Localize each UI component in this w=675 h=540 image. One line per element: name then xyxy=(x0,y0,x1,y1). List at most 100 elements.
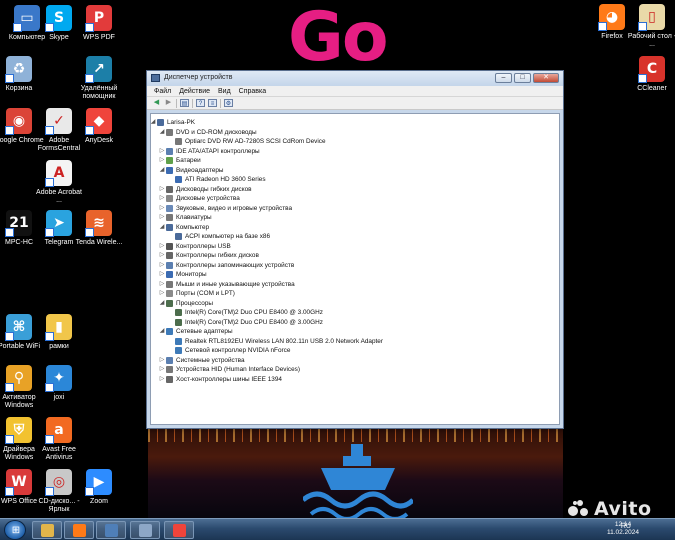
tree-node[interactable]: ▷ Дисковые устройства xyxy=(151,194,559,204)
expand-arrow-icon[interactable]: ▷ xyxy=(159,243,165,250)
maximize-button[interactable]: □ xyxy=(514,73,531,83)
ship-logo-icon xyxy=(303,444,413,518)
tree-node-label: Звуковые, видео и игровые устройства xyxy=(176,204,292,212)
menu-action[interactable]: Действие xyxy=(179,86,210,96)
tree-node[interactable]: ▷ Батареи xyxy=(151,156,559,166)
desktop-icon-label: Рабочий стол - ... xyxy=(627,33,675,48)
expand-arrow-icon[interactable]: ▷ xyxy=(159,186,165,193)
menu-help[interactable]: Справка xyxy=(239,86,266,96)
properties-icon[interactable]: ≡ xyxy=(208,99,217,107)
expand-arrow-icon[interactable]: ▷ xyxy=(159,376,165,383)
close-button[interactable]: ✕ xyxy=(533,73,559,83)
menu-file[interactable]: Файл xyxy=(154,86,171,96)
tree-node-label: Дисководы гибких дисков xyxy=(176,185,252,193)
network-adapter-icon xyxy=(175,347,182,354)
tree-node[interactable]: ATI Radeon HD 3600 Series xyxy=(151,175,559,185)
tree-node[interactable]: ◢ Компьютер xyxy=(151,223,559,233)
tree-node[interactable]: ▷ Контроллеры USB xyxy=(151,242,559,252)
tree-node[interactable]: ▷ Мониторы xyxy=(151,270,559,280)
collapse-arrow-icon[interactable]: ◢ xyxy=(159,224,165,231)
expand-arrow-icon[interactable]: ▷ xyxy=(159,195,165,202)
desktop-icon-avast[interactable]: a Avast Free Antivirus xyxy=(34,417,84,462)
tree-node[interactable]: ▷ Мыши и иные указывающие устройства xyxy=(151,280,559,290)
desktop-icon-remote-assistant[interactable]: ↗ Удалённый помощник xyxy=(74,56,124,101)
tree-node[interactable]: ◢ Видеоадаптеры xyxy=(151,166,559,176)
desktop-icon-label: Tenda Wirele... xyxy=(75,239,123,246)
desktop-icon-zoom[interactable]: ▶ Zoom xyxy=(74,469,124,506)
remote-assistant-icon: ↗ xyxy=(85,56,112,83)
clock-date: 11.02.2024 xyxy=(606,529,640,536)
tree-node[interactable]: Optiarc DVD RW AD-7280S SCSI CdRom Devic… xyxy=(151,137,559,147)
expand-arrow-icon[interactable]: ▷ xyxy=(159,252,165,259)
minimize-button[interactable]: – xyxy=(495,73,512,83)
device-tree[interactable]: ◢ Larisa-PK ◢ DVD и CD-ROM дисководы Optiarc… xyxy=(150,113,560,425)
collapse-arrow-icon[interactable]: ◢ xyxy=(151,119,156,126)
tree-node[interactable]: ▷ Дисководы гибких дисков xyxy=(151,185,559,195)
tree-node[interactable]: ◢ Процессоры xyxy=(151,299,559,309)
tree-node[interactable]: ◢ Larisa-PK xyxy=(151,118,559,128)
expand-arrow-icon[interactable]: ▷ xyxy=(159,271,165,278)
taskbar-button-anydesk[interactable] xyxy=(164,521,194,539)
collapse-arrow-icon[interactable]: ◢ xyxy=(159,328,165,335)
collapse-arrow-icon[interactable]: ◢ xyxy=(159,129,165,136)
firefox-icon xyxy=(73,524,86,537)
expand-arrow-icon[interactable]: ▷ xyxy=(159,281,165,288)
tree-node[interactable]: ▷ Контроллеры гибких дисков xyxy=(151,251,559,261)
taskbar-button-device-manager[interactable] xyxy=(96,521,126,539)
view-icon[interactable]: ▤ xyxy=(180,99,189,107)
desktop-icon-joxi[interactable]: ✦ joxi xyxy=(34,365,84,402)
collapse-arrow-icon[interactable]: ◢ xyxy=(159,167,165,174)
sound-icon xyxy=(166,204,173,212)
tree-node[interactable]: ACPI компьютер на базе x86 xyxy=(151,232,559,242)
expand-arrow-icon[interactable]: ▷ xyxy=(159,148,165,155)
tree-node-label: Intel(R) Core(TM)2 Duo CPU E8400 @ 3.00G… xyxy=(185,318,323,326)
desktop-icon-acrobat[interactable]: A Adobe Acrobat ... xyxy=(34,160,84,205)
desktop-icon-ccleaner[interactable]: C CCleaner xyxy=(627,56,675,93)
window-titlebar[interactable]: Диспетчер устройств – □ ✕ xyxy=(147,71,563,86)
desktop-icon-tenda-wireless[interactable]: ≋ Tenda Wirele... xyxy=(74,210,124,247)
tree-node[interactable]: ▷ Звуковые, видео и игровые устройства xyxy=(151,204,559,214)
tree-node[interactable]: ▷ Контроллеры запоминающих устройств xyxy=(151,261,559,271)
taskbar-button-calculator[interactable] xyxy=(130,521,160,539)
help-icon[interactable]: ? xyxy=(196,99,205,107)
start-button[interactable]: ⊞ xyxy=(4,520,26,540)
portable-wifi-icon: ⌘ xyxy=(5,314,32,341)
usb-icon xyxy=(166,242,173,250)
desktop-icon-anydesk[interactable]: ◆ AnyDesk xyxy=(74,108,124,145)
tree-node[interactable]: ◢ Сетевые адаптеры xyxy=(151,327,559,337)
collapse-arrow-icon[interactable]: ◢ xyxy=(159,300,165,307)
tree-node[interactable]: ▷ Устройства HID (Human Interface Devices… xyxy=(151,365,559,375)
tree-node[interactable]: Сетевой контроллер NVIDIA nForce xyxy=(151,346,559,356)
desktop-icon-folder[interactable]: ▮ рамки xyxy=(34,314,84,351)
expand-arrow-icon[interactable]: ▷ xyxy=(159,205,165,212)
forward-icon[interactable]: ▶ xyxy=(164,99,173,107)
tree-node[interactable]: ▷ Хост-контроллеры шины IEEE 1394 xyxy=(151,375,559,385)
tree-node[interactable]: Intel(R) Core(TM)2 Duo CPU E8400 @ 3.00G… xyxy=(151,308,559,318)
taskbar-button-explorer-folder[interactable] xyxy=(32,521,62,539)
tree-node-label: Хост-контроллеры шины IEEE 1394 xyxy=(176,375,282,383)
desktop-icon-desktop-folder[interactable]: ▯ Рабочий стол - ... xyxy=(627,4,675,49)
menu-view[interactable]: Вид xyxy=(218,86,231,96)
expand-arrow-icon[interactable]: ▷ xyxy=(159,357,165,364)
tree-node[interactable]: ▷ Порты (COM и LPT) xyxy=(151,289,559,299)
expand-arrow-icon[interactable]: ▷ xyxy=(159,214,165,221)
back-icon[interactable]: ◀ xyxy=(152,99,161,107)
expand-arrow-icon[interactable]: ▷ xyxy=(159,366,165,373)
tree-node[interactable]: Intel(R) Core(TM)2 Duo CPU E8400 @ 3.00G… xyxy=(151,318,559,328)
expand-arrow-icon[interactable]: ▷ xyxy=(159,157,165,164)
scan-icon[interactable]: ⚙ xyxy=(224,99,233,107)
disk-drive-icon xyxy=(166,195,173,202)
tree-node[interactable]: ▷ Клавиатуры xyxy=(151,213,559,223)
desktop-icon-recycle-bin[interactable]: ♻ Корзина xyxy=(0,56,44,93)
expand-arrow-icon[interactable]: ▷ xyxy=(159,262,165,269)
calculator-icon xyxy=(139,524,152,537)
desktop-icon-wps-pdf[interactable]: P WPS PDF xyxy=(74,5,124,42)
tree-node[interactable]: ▷ IDE ATA/ATAPI контроллеры xyxy=(151,147,559,157)
tree-node[interactable]: ▷ Системные устройства xyxy=(151,356,559,366)
clock[interactable]: 12:14 11.02.2024 xyxy=(605,521,641,537)
expand-arrow-icon[interactable]: ▷ xyxy=(159,290,165,297)
tree-node[interactable]: ◢ DVD и CD-ROM дисководы xyxy=(151,128,559,138)
device-manager-window[interactable]: Диспетчер устройств – □ ✕ Файл Действие … xyxy=(146,70,564,429)
taskbar-button-firefox[interactable] xyxy=(64,521,94,539)
tree-node[interactable]: Realtek RTL8192EU Wireless LAN 802.11n U… xyxy=(151,337,559,347)
